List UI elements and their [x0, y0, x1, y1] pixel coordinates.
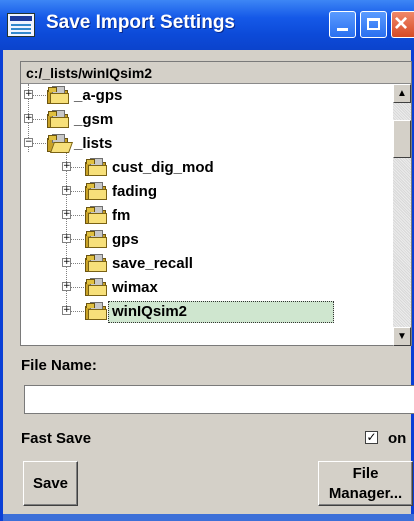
maximize-icon [367, 18, 380, 30]
tree-node-label-selected: winIQsim2 [108, 301, 334, 323]
collapse-icon[interactable]: − [24, 138, 33, 147]
expand-icon[interactable]: + [24, 114, 33, 123]
tree-node-label: cust_dig_mod [112, 159, 214, 176]
scroll-up-arrow-icon[interactable]: ▲ [393, 84, 411, 103]
tree-node-label: fm [112, 207, 131, 224]
open-folder-icon [47, 134, 74, 153]
tree-node-label: save_recall [112, 255, 193, 272]
folder-icon [85, 182, 107, 200]
close-icon: × [394, 10, 409, 37]
expand-icon[interactable]: + [62, 282, 71, 291]
folder-icon [47, 110, 69, 128]
app-window-icon [7, 13, 35, 37]
tree-node-label: _gsm [74, 111, 114, 128]
window-title: Save Import Settings [46, 12, 235, 33]
expand-icon[interactable]: + [62, 234, 71, 243]
maximize-button[interactable] [360, 11, 387, 38]
expand-icon[interactable]: + [62, 258, 71, 267]
file-name-label: File Name: [21, 357, 97, 374]
tree-node-label: gps [112, 231, 139, 248]
fast-save-label: Fast Save [21, 430, 92, 447]
folder-icon [85, 158, 107, 176]
minimize-icon [337, 28, 348, 31]
close-button[interactable]: × [391, 10, 414, 38]
expand-icon[interactable]: + [62, 162, 71, 171]
tree-scrollbar[interactable]: ▲ ▼ [393, 84, 411, 346]
folder-icon [85, 206, 107, 224]
tree-node-label: wimax [112, 279, 158, 296]
save-button[interactable]: Save [23, 461, 78, 506]
file-manager-button[interactable]: File Manager... [318, 461, 413, 506]
expand-icon[interactable]: + [24, 90, 33, 99]
scroll-down-arrow-icon[interactable]: ▼ [393, 327, 411, 346]
tree-node-label: _lists [74, 135, 113, 152]
save-import-settings-dialog: Save Import Settings × c:/_lists/winIQsi… [0, 0, 414, 521]
expand-icon[interactable]: + [62, 186, 71, 195]
file-manager-label-line2: Manager... [328, 485, 403, 502]
folder-icon [85, 230, 107, 248]
file-name-input[interactable] [24, 385, 414, 414]
folder-icon [47, 86, 69, 104]
fast-save-checkbox[interactable]: ✓ [365, 431, 378, 444]
folder-icon [85, 278, 107, 296]
expand-icon[interactable]: + [62, 306, 71, 315]
directory-tree[interactable]: + _a-gps + _gsm − _lists + cust_dig_mod … [21, 84, 393, 346]
tree-node-label: fading [112, 183, 157, 200]
expand-icon[interactable]: + [62, 210, 71, 219]
tree-node-label: _a-gps [74, 87, 123, 104]
window-bottom-edge [3, 514, 414, 521]
file-browser: c:/_lists/winIQsim2 + _a-gps + _gsm − _l… [20, 61, 412, 346]
fast-save-on-label: on [388, 430, 407, 447]
minimize-button[interactable] [329, 11, 356, 38]
folder-icon [85, 254, 107, 272]
title-bar[interactable]: Save Import Settings × [0, 0, 414, 50]
file-manager-label-line1: File [352, 465, 379, 482]
current-path: c:/_lists/winIQsim2 [21, 62, 411, 84]
folder-icon [85, 302, 107, 320]
scroll-thumb[interactable] [393, 120, 411, 158]
